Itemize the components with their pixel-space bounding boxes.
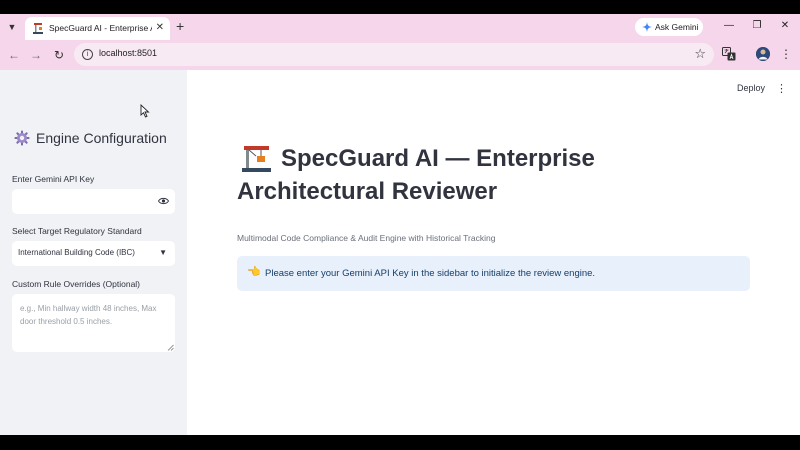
sidebar: Engine Configuration Enter Gemini API Ke… [0, 70, 187, 435]
construction-crane-icon [242, 146, 271, 172]
new-tab-button[interactable]: + [176, 18, 184, 34]
gear-icon [14, 130, 30, 146]
translate-icon[interactable] [722, 47, 736, 61]
pointing-hand-icon: 👈 [247, 266, 261, 278]
api-key-field[interactable] [12, 189, 175, 214]
chevron-down-icon[interactable]: ▼ [159, 247, 167, 259]
close-icon[interactable]: ✕ [156, 21, 164, 35]
back-icon[interactable]: ← [5, 46, 23, 64]
ask-gemini-button[interactable]: Ask Gemini [635, 18, 703, 36]
minimize-icon[interactable]: — [721, 18, 737, 34]
tab-title: SpecGuard AI - Enterprise Architectural … [49, 23, 152, 33]
alert-message: Please enter your Gemini API Key in the … [265, 268, 596, 279]
api-key-input[interactable] [19, 195, 151, 207]
overrides-placeholder: e.g., Min hallway width 48 inches, Max d… [20, 304, 157, 326]
window-close-icon[interactable]: ✕ [777, 18, 793, 34]
active-tab[interactable]: SpecGuard AI - Enterprise Architectural … [25, 17, 170, 40]
browser-window: ▼ SpecGuard AI - Enterprise Architectura… [0, 14, 800, 435]
deploy-button[interactable]: Deploy [737, 83, 765, 93]
gemini-sparkle-icon [642, 22, 652, 32]
browser-toolbar: ← → ↻ i localhost:8501 ☆ ⋮ [0, 40, 800, 70]
star-icon[interactable]: ☆ [694, 46, 706, 62]
profile-icon[interactable] [756, 47, 770, 61]
mouse-cursor-icon [140, 104, 150, 118]
page-title: SpecGuard AI — Enterprise Architectural … [237, 145, 595, 205]
reload-icon[interactable]: ↻ [50, 46, 68, 64]
construction-crane-icon [33, 23, 43, 34]
forward-icon[interactable]: → [27, 46, 45, 64]
standard-select[interactable]: International Building Code (IBC) ▼ [12, 241, 175, 266]
resize-grip-icon[interactable] [167, 344, 174, 351]
sidebar-title: Engine Configuration [36, 130, 167, 146]
api-key-label: Enter Gemini API Key [12, 174, 95, 184]
main-menu-icon[interactable]: ⋮ [776, 82, 787, 96]
address-bar[interactable]: i localhost:8501 ☆ [74, 43, 714, 66]
ask-gemini-label: Ask Gemini [655, 22, 699, 32]
info-alert: 👈 Please enter your Gemini API Key in th… [237, 256, 750, 291]
restore-icon[interactable]: ❐ [749, 18, 765, 34]
info-icon[interactable]: i [82, 49, 93, 60]
tab-list-icon[interactable]: ▼ [4, 19, 20, 35]
tab-strip: ▼ SpecGuard AI - Enterprise Architectura… [0, 14, 800, 40]
standard-label: Select Target Regulatory Standard [12, 226, 142, 236]
page-subtitle: Multimodal Code Compliance & Audit Engin… [237, 233, 496, 243]
main-content: Deploy ⋮ SpecGuard AI — Enterprise Archi… [187, 70, 800, 435]
overrides-label: Custom Rule Overrides (Optional) [12, 279, 141, 289]
url-text[interactable]: localhost:8501 [99, 48, 157, 58]
streamlit-app: Engine Configuration Enter Gemini API Ke… [0, 70, 800, 435]
standard-selected-value: International Building Code (IBC) [18, 248, 135, 257]
eye-icon[interactable] [158, 197, 169, 205]
overrides-textarea[interactable]: e.g., Min hallway width 48 inches, Max d… [12, 294, 175, 352]
menu-icon[interactable]: ⋮ [780, 46, 792, 62]
